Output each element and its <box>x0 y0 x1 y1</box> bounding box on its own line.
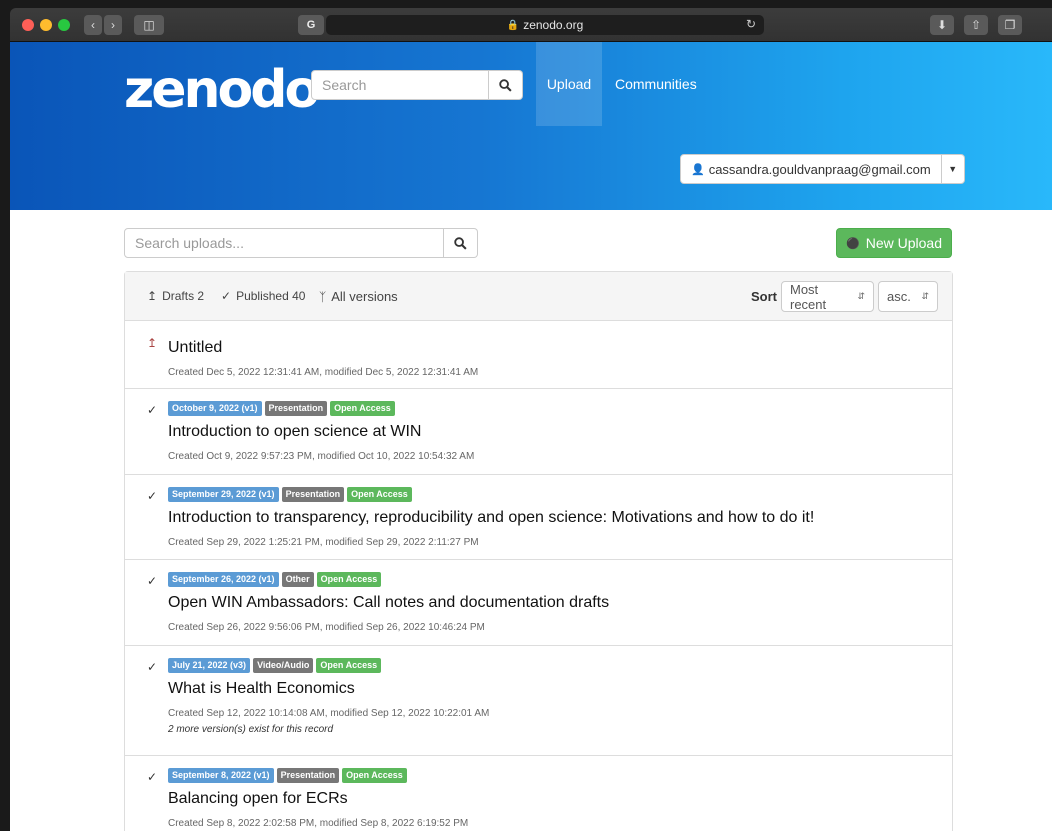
site-search-input[interactable] <box>311 70 489 100</box>
version-date-badge: September 26, 2022 (v1) <box>168 572 279 587</box>
new-upload-button[interactable]: ⚫ New Upload <box>836 228 952 258</box>
filter-drafts-label: Drafts 2 <box>162 289 205 303</box>
zenodo-logo[interactable]: zenodo <box>124 60 320 120</box>
zoom-window-button[interactable] <box>58 19 70 31</box>
filter-published[interactable]: ✓ Published 40 <box>221 289 305 303</box>
page: zenodo Upload Communities 👤 cassandra.go… <box>10 42 1052 831</box>
forward-icon[interactable]: › <box>104 15 122 35</box>
record-labels: September 29, 2022 (v1) Presentation Ope… <box>168 487 412 502</box>
filter-all-versions[interactable]: ᛉ All versions <box>319 289 398 304</box>
minimize-window-button[interactable] <box>40 19 52 31</box>
filter-drafts[interactable]: ↥ Drafts 2 <box>147 289 204 303</box>
type-badge: Presentation <box>264 401 328 416</box>
sort-label: Sort <box>751 289 777 304</box>
filter-all-versions-label: All versions <box>331 289 398 304</box>
list-item: ✓ July 21, 2022 (v3) Video/Audio Open Ac… <box>125 646 952 756</box>
published-check-icon: ✓ <box>147 770 158 784</box>
site-search-button[interactable] <box>489 70 523 100</box>
record-meta: Created Sep 8, 2022 2:02:58 PM, modified… <box>168 818 469 829</box>
sort-select[interactable]: Most recent ⇵ <box>781 281 874 312</box>
access-badge: Open Access <box>316 658 382 673</box>
search-icon <box>499 78 512 92</box>
record-title[interactable]: Balancing open for ECRs <box>168 790 348 808</box>
new-upload-label: New Upload <box>865 235 942 251</box>
check-icon: ✓ <box>221 289 232 303</box>
close-window-button[interactable] <box>22 19 34 31</box>
published-check-icon: ✓ <box>147 489 158 503</box>
user-email: cassandra.gouldvanpraag@gmail.com <box>708 161 931 177</box>
uploads-search-button[interactable] <box>444 228 478 258</box>
site-search <box>311 70 523 100</box>
nav-communities[interactable]: Communities <box>615 76 697 92</box>
sort-select-value: Most recent <box>790 281 827 312</box>
tabs-overview-icon[interactable]: ❐ <box>998 15 1022 35</box>
record-labels: September 8, 2022 (v1) Presentation Open… <box>168 768 407 783</box>
record-labels: September 26, 2022 (v1) Other Open Acces… <box>168 572 382 587</box>
record-labels: October 9, 2022 (v1) Presentation Open A… <box>168 401 395 416</box>
caret-down-icon[interactable]: ▼ <box>942 164 964 174</box>
uploads-filter-bar: ↥ Drafts 2 ✓ Published 40 ᛉ All versions… <box>125 272 952 321</box>
sidebar-toggle-icon[interactable]: ◫ <box>134 15 164 35</box>
uploads-search-input[interactable] <box>124 228 444 258</box>
record-meta: Created Dec 5, 2022 12:31:41 AM, modifie… <box>168 367 479 378</box>
user-menu[interactable]: 👤 cassandra.gouldvanpraag@gmail.com ▼ <box>680 154 965 184</box>
list-item: ✓ September 29, 2022 (v1) Presentation O… <box>125 475 952 560</box>
list-item: ↥ Untitled Created Dec 5, 2022 12:31:41 … <box>125 321 952 389</box>
published-check-icon: ✓ <box>147 403 158 417</box>
user-menu-button[interactable]: 👤 cassandra.gouldvanpraag@gmail.com <box>681 155 942 183</box>
url-text: zenodo.org <box>523 18 584 32</box>
download-icon[interactable]: ⬇ <box>930 15 954 35</box>
version-date-badge: September 29, 2022 (v1) <box>168 487 279 502</box>
lock-icon: 🔒 <box>506 19 520 31</box>
browser-toolbar: ‹ › ◫ G 🔒 zenodo.org ↻ ⬇ ⇧ ❐ <box>10 8 1052 42</box>
record-meta: Created Sep 12, 2022 10:14:08 AM, modifi… <box>168 708 490 719</box>
list-item: ✓ September 26, 2022 (v1) Other Open Acc… <box>125 560 952 646</box>
select-arrows-icon: ⇵ <box>857 291 865 301</box>
address-bar[interactable]: 🔒 zenodo.org ↻ <box>326 15 764 35</box>
record-title[interactable]: What is Health Economics <box>168 680 355 698</box>
access-badge: Open Access <box>330 401 395 416</box>
branch-icon: ᛉ <box>319 289 327 304</box>
upload-icon: ↥ <box>147 289 158 303</box>
version-date-badge: October 9, 2022 (v1) <box>168 401 262 416</box>
list-item: ✓ September 8, 2022 (v1) Presentation Op… <box>125 756 952 831</box>
search-icon <box>454 236 467 250</box>
reload-icon[interactable]: ↻ <box>746 17 756 31</box>
user-icon: 👤 <box>691 163 705 176</box>
upload-circle-icon: ⚫ <box>846 237 860 250</box>
record-meta: Created Sep 26, 2022 9:56:06 PM, modifie… <box>168 622 485 633</box>
record-title[interactable]: Untitled <box>168 339 222 357</box>
access-badge: Open Access <box>342 768 407 783</box>
order-select[interactable]: asc. ⇵ <box>878 281 938 312</box>
record-labels: July 21, 2022 (v3) Video/Audio Open Acce… <box>168 658 382 673</box>
share-icon[interactable]: ⇧ <box>964 15 988 35</box>
type-badge: Other <box>281 572 314 587</box>
uploads-panel: ↥ Drafts 2 ✓ Published 40 ᛉ All versions… <box>124 271 953 831</box>
record-title[interactable]: Open WIN Ambassadors: Call notes and doc… <box>168 594 609 612</box>
uploads-search <box>124 228 478 258</box>
version-date-badge: July 21, 2022 (v3) <box>168 658 251 673</box>
record-title[interactable]: Introduction to transparency, reproducib… <box>168 509 814 527</box>
nav-upload[interactable]: Upload <box>536 42 602 126</box>
record-meta: Created Sep 29, 2022 1:25:21 PM, modifie… <box>168 537 479 548</box>
google-extension-icon[interactable]: G <box>298 15 324 35</box>
record-meta: Created Oct 9, 2022 9:57:23 PM, modified… <box>168 451 475 462</box>
type-badge: Presentation <box>276 768 340 783</box>
version-date-badge: September 8, 2022 (v1) <box>168 768 274 783</box>
versions-note: 2 more version(s) exist for this record <box>168 724 334 735</box>
published-check-icon: ✓ <box>147 660 158 674</box>
type-badge: Presentation <box>281 487 345 502</box>
access-badge: Open Access <box>316 572 382 587</box>
back-icon[interactable]: ‹ <box>84 15 102 35</box>
draft-upload-icon: ↥ <box>147 336 158 350</box>
select-arrows-icon: ⇵ <box>921 291 929 301</box>
site-header: zenodo Upload Communities 👤 cassandra.go… <box>10 42 1052 210</box>
list-item: ✓ October 9, 2022 (v1) Presentation Open… <box>125 389 952 475</box>
type-badge: Video/Audio <box>253 658 314 673</box>
published-check-icon: ✓ <box>147 574 158 588</box>
record-title[interactable]: Introduction to open science at WIN <box>168 423 421 441</box>
access-badge: Open Access <box>347 487 412 502</box>
filter-published-label: Published 40 <box>236 289 306 303</box>
order-select-value: asc. <box>887 289 911 304</box>
